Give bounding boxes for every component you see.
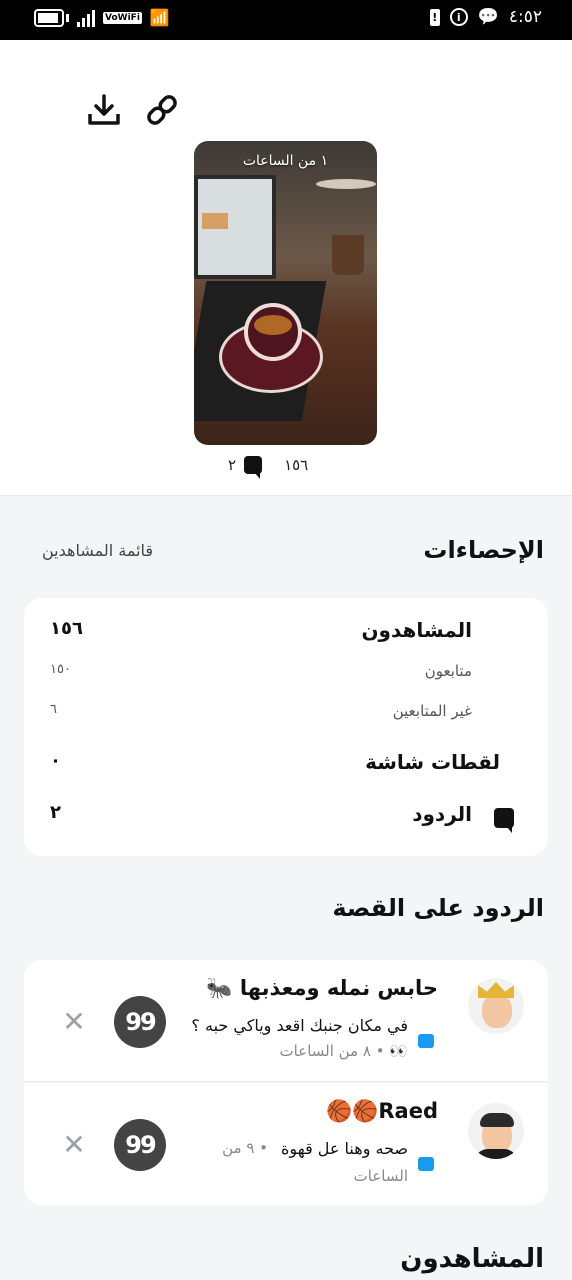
stat-label: غير المتابعين <box>392 702 472 720</box>
stat-value: ٦ <box>50 702 57 717</box>
chat-notification-icon: 💬 <box>477 7 499 27</box>
viewers-list-link[interactable]: قائمة المشاهدين <box>42 541 153 560</box>
replies-bubble-icon <box>494 808 514 833</box>
story-counts: ٢ ١٥٦ <box>228 456 309 479</box>
story-preview-section: ١ من الساعات ٢ ١٥٦ <box>0 40 572 496</box>
close-icon: ✕ <box>62 1128 86 1161</box>
stat-label: الردود <box>412 802 472 826</box>
link-icon <box>147 95 177 125</box>
info-icon: i <box>449 8 468 26</box>
stat-row-replies: الردود ٢ <box>24 802 548 838</box>
alert-icon: ! <box>429 8 440 26</box>
quote-reply-button[interactable]: 99 <box>114 1119 166 1171</box>
reply-name: Raed🏀🏀 <box>326 1099 438 1123</box>
stat-value: ٢ <box>50 802 61 823</box>
replies-count: ٢ <box>228 456 237 474</box>
reply-meta: 👀 • ٨ من الساعات <box>279 1042 408 1060</box>
reply-meta: • ٩ من <box>222 1139 268 1157</box>
story-thumbnail[interactable]: ١ من الساعات <box>194 141 377 445</box>
stat-value: ١٥٦ <box>50 618 83 639</box>
stat-label: لقطات شاشة <box>365 750 500 774</box>
battery-icon <box>34 8 64 27</box>
copy-link-button[interactable] <box>142 90 182 130</box>
reply-meta-time: الساعات <box>353 1167 408 1185</box>
stat-row-followers: متابعون ١٥٠ <box>24 662 548 698</box>
story-time-caption: ١ من الساعات <box>242 153 329 169</box>
chat-icon <box>418 1034 434 1048</box>
dismiss-reply-button[interactable]: ✕ <box>62 1008 86 1036</box>
chat-icon <box>418 1157 434 1171</box>
signal-icon <box>77 9 95 27</box>
reply-message: في مكان جنبك اقعد وياكي حبه ؟ <box>191 1016 408 1035</box>
download-button[interactable] <box>84 90 124 130</box>
vowifi-label: VoWiFi <box>103 11 142 24</box>
reply-item[interactable]: Raed🏀🏀 صحه وهنا عل قهوة • ٩ من الساعات 9… <box>24 1083 548 1205</box>
avatar <box>468 978 524 1034</box>
quote-reply-button[interactable]: 99 <box>114 996 166 1048</box>
quote-reply-icon: 99 <box>125 1008 156 1036</box>
reply-bubble-icon <box>244 456 263 479</box>
reply-name: حابس نمله ومعذبها 🐜 <box>206 976 438 1000</box>
stats-title: الإحصاءات <box>423 536 544 564</box>
quote-reply-icon: 99 <box>125 1131 156 1159</box>
views-count: ١٥٦ <box>284 456 309 474</box>
reply-message: صحه وهنا عل قهوة <box>281 1139 408 1158</box>
reply-item[interactable]: حابس نمله ومعذبها 🐜 في مكان جنبك اقعد وي… <box>24 960 548 1082</box>
wifi-icon: 📶 <box>149 8 170 27</box>
stat-label: المشاهدون <box>361 618 472 642</box>
stat-label: متابعون <box>424 662 472 680</box>
replies-title: الردود على القصة <box>332 894 544 922</box>
stat-row-viewers: المشاهدون ١٥٦ <box>24 618 548 654</box>
stats-card: المشاهدون ١٥٦ متابعون ١٥٠ غير المتابعين … <box>24 598 548 856</box>
download-icon <box>88 94 120 125</box>
stat-value: ١٥٠ <box>50 662 71 677</box>
stat-value: ٠ <box>50 750 61 771</box>
dismiss-reply-button[interactable]: ✕ <box>62 1131 86 1159</box>
viewers-title: المشاهدون <box>400 1244 544 1274</box>
stat-row-non-followers: غير المتابعين ٦ <box>24 702 548 738</box>
status-time: ٤:٥٢ <box>508 7 542 27</box>
status-bar: VoWiFi 📶 ! i 💬 ٤:٥٢ <box>0 0 572 40</box>
close-icon: ✕ <box>62 1005 86 1038</box>
avatar <box>468 1103 524 1159</box>
stat-row-screenshots: لقطات شاشة ٠ <box>24 750 548 786</box>
